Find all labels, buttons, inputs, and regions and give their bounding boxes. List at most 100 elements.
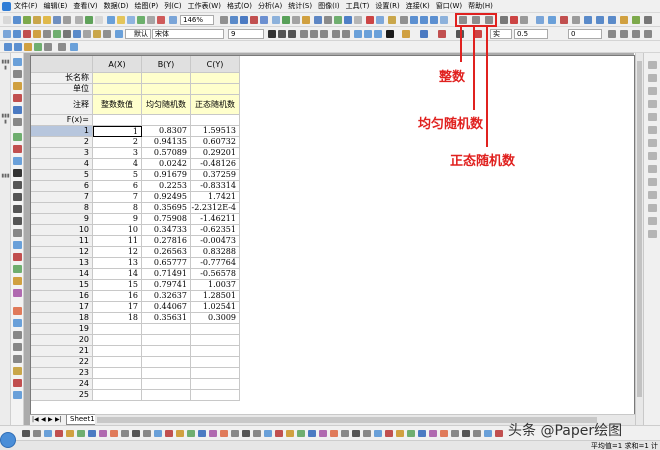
graph-window-icon[interactable] [314, 16, 322, 24]
menu-analysis[interactable]: 分析(A) [258, 1, 282, 11]
record-icon[interactable] [157, 16, 165, 24]
plot-type-icon[interactable] [396, 430, 404, 437]
data-cell[interactable]: 0.94135 [142, 137, 191, 148]
layer-icon[interactable] [230, 16, 238, 24]
row-header[interactable]: 14 [31, 269, 93, 280]
import-icon[interactable] [75, 16, 83, 24]
data-cell[interactable]: -2.2312E-4 [191, 203, 240, 214]
results-log-icon[interactable] [240, 16, 248, 24]
data-cell[interactable] [191, 357, 240, 368]
tree-icon[interactable] [34, 43, 42, 51]
plot-type-icon[interactable] [242, 430, 250, 437]
theme-icon[interactable] [83, 30, 91, 38]
plot-type-icon[interactable] [275, 430, 283, 437]
new-graph-icon[interactable] [23, 16, 31, 24]
plot-type-icon[interactable] [33, 430, 41, 437]
panel-tool-icon[interactable] [648, 74, 657, 82]
plot-type-icon[interactable] [110, 430, 118, 437]
menu-tools[interactable]: 工具(T) [346, 1, 370, 11]
row-header[interactable]: 16 [31, 291, 93, 302]
table-tool-icon[interactable] [13, 331, 22, 339]
open-icon[interactable] [43, 16, 51, 24]
next-sheet-icon[interactable]: ▶ [48, 416, 53, 423]
data-cell[interactable]: 13 [93, 258, 142, 269]
plot-type-icon[interactable] [341, 430, 349, 437]
plot-type-icon[interactable] [143, 430, 151, 437]
plot-type-icon[interactable] [231, 430, 239, 437]
data-cell[interactable]: 0.8307 [142, 126, 191, 137]
data-cell[interactable]: 11 [93, 236, 142, 247]
record-tool-icon[interactable] [13, 379, 22, 387]
plot-type-icon[interactable] [99, 430, 107, 437]
data-reader-tool-icon[interactable] [13, 94, 22, 102]
function-graph-icon[interactable] [53, 30, 61, 38]
search-icon[interactable] [0, 432, 16, 448]
font-name-select[interactable]: 宋体 [152, 29, 224, 39]
menu-column[interactable]: 列(C) [164, 1, 181, 11]
row-header[interactable]: 19 [31, 324, 93, 335]
arrow-icon[interactable] [632, 30, 640, 38]
arrow-tool-icon[interactable] [13, 193, 22, 201]
worksheet-icon[interactable] [3, 30, 11, 38]
panel-tool-icon[interactable] [648, 217, 657, 225]
plot-type-icon[interactable] [253, 430, 261, 437]
forward-icon[interactable] [14, 43, 22, 51]
row-header[interactable]: 6 [31, 181, 93, 192]
data-cell[interactable] [142, 335, 191, 346]
plot-type-icon[interactable] [462, 430, 470, 437]
plot-type-icon[interactable] [308, 430, 316, 437]
data-cell[interactable] [93, 335, 142, 346]
menu-file[interactable]: 文件(F) [14, 1, 38, 11]
font-size-select[interactable]: 9 [228, 29, 264, 39]
save-icon[interactable] [53, 16, 61, 24]
zoom-tool-icon[interactable] [13, 70, 22, 78]
data-cell[interactable]: 1.59513 [191, 126, 240, 137]
messages-tab-icon[interactable]: ▮▮▮ [1, 173, 10, 179]
data-cell[interactable]: -0.62351 [191, 225, 240, 236]
layout-page-icon[interactable] [33, 30, 41, 38]
menu-plot[interactable]: 绘图(P) [135, 1, 159, 11]
import-wizard-icon[interactable] [85, 16, 93, 24]
data-cell[interactable] [191, 368, 240, 379]
excel-icon[interactable] [344, 16, 352, 24]
code-builder-icon[interactable] [137, 16, 145, 24]
data-cell[interactable]: 0.2253 [142, 181, 191, 192]
row-header[interactable]: 9 [31, 214, 93, 225]
plot-type-icon[interactable] [407, 430, 415, 437]
plot-type-icon[interactable] [165, 430, 173, 437]
pointer-icon[interactable] [13, 58, 22, 66]
subscript-icon[interactable] [310, 30, 318, 38]
sort-icon[interactable] [500, 16, 508, 24]
data-cell[interactable]: -1.46211 [191, 214, 240, 225]
data-cell[interactable]: -0.00473 [191, 236, 240, 247]
panel-tool-icon[interactable] [648, 230, 657, 238]
more-icon[interactable] [644, 30, 652, 38]
row-header[interactable]: 5 [31, 170, 93, 181]
menu-image[interactable]: 图像(I) [318, 1, 340, 11]
value-field[interactable]: 0 [568, 29, 602, 39]
color-scale-icon[interactable] [13, 307, 22, 315]
panel-tool-icon[interactable] [648, 126, 657, 134]
row-header[interactable]: 21 [31, 346, 93, 357]
scale-icon[interactable] [13, 82, 22, 90]
data-cell[interactable]: 1.02541 [191, 302, 240, 313]
data-cell[interactable]: 0.0242 [142, 159, 191, 170]
greek-icon[interactable] [320, 30, 328, 38]
prev-sheet-icon[interactable]: ◀ [41, 416, 46, 423]
set-x-icon[interactable] [410, 16, 418, 24]
label-cell[interactable] [142, 73, 191, 84]
plot-type-icon[interactable] [121, 430, 129, 437]
data-cell[interactable]: 12 [93, 247, 142, 258]
data-cell[interactable]: 0.35695 [142, 203, 191, 214]
menu-help[interactable]: 帮助(H) [468, 1, 493, 11]
line-pattern-icon[interactable] [620, 30, 628, 38]
data-cell[interactable] [191, 324, 240, 335]
set-z-icon[interactable] [430, 16, 438, 24]
template-icon[interactable] [73, 30, 81, 38]
new-workbook-icon[interactable] [13, 16, 21, 24]
filter-icon[interactable] [520, 16, 528, 24]
column-header[interactable]: B(Y) [142, 56, 191, 73]
quick-help-icon[interactable] [302, 16, 310, 24]
line-width-select[interactable]: 0.5 [514, 29, 548, 39]
label-cell[interactable] [93, 84, 142, 95]
